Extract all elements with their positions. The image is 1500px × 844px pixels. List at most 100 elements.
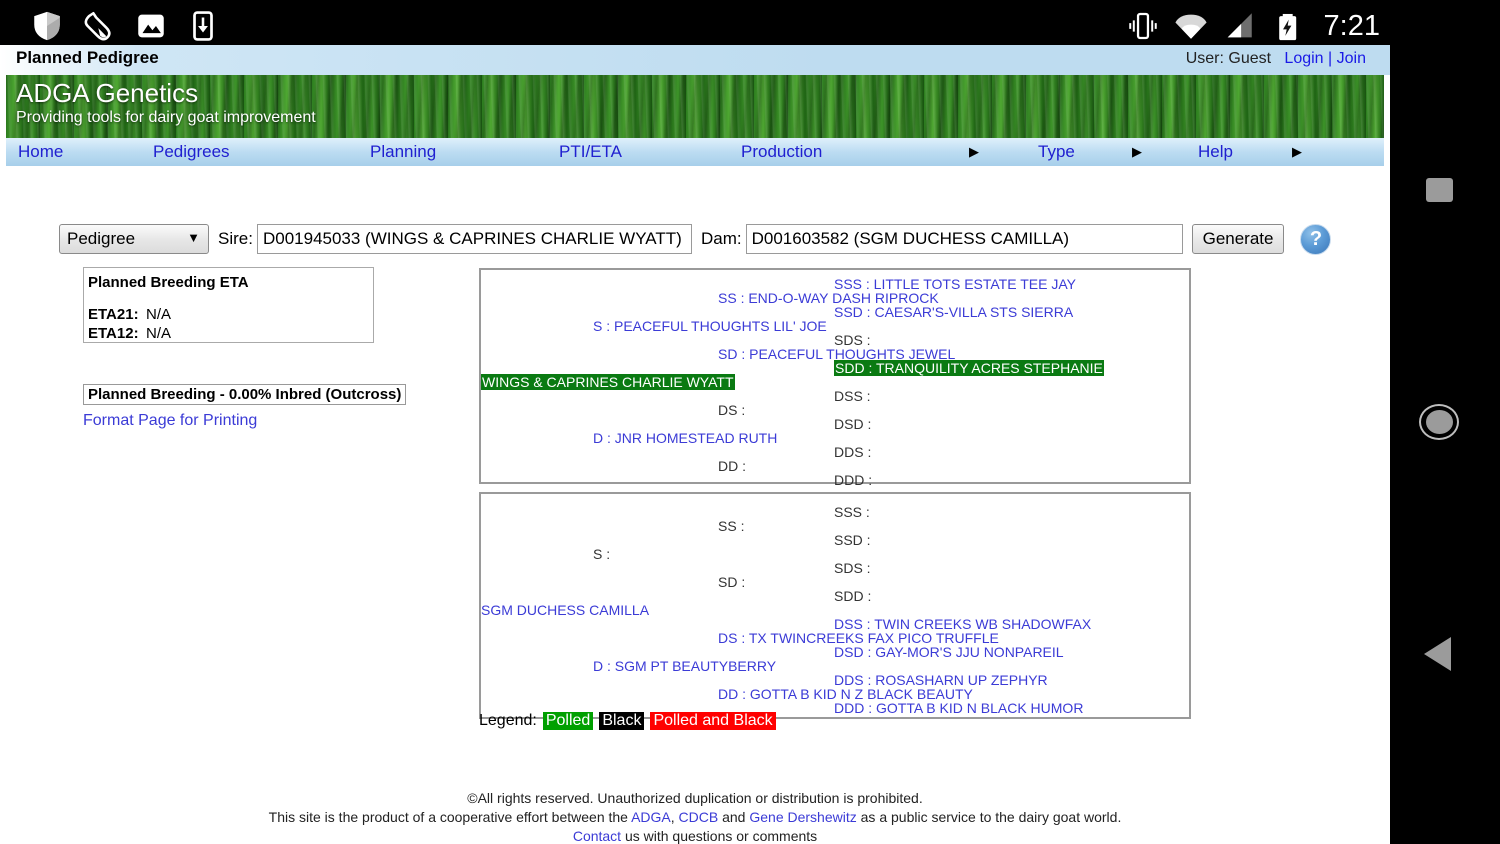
report-type-select[interactable]: Pedigree ▼: [59, 224, 209, 254]
footer-divider: [0, 782, 1390, 783]
nav-item-pti-eta[interactable]: PTI/ETA: [547, 138, 634, 166]
footer-text-c: and: [718, 809, 750, 825]
footer-contact-rest: us with questions or comments: [621, 828, 818, 844]
main-navigation-bar: Home Pedigrees Planning PTI/ETA Production ▶ T…: [6, 138, 1384, 166]
nav-item-label: Type: [1038, 142, 1075, 161]
chevron-down-icon: ▼: [187, 230, 200, 245]
status-bar-left-icons: [30, 9, 220, 43]
nav-item-pedigrees[interactable]: Pedigrees: [141, 138, 242, 166]
nav-item-help[interactable]: Help ▶: [1186, 138, 1302, 166]
help-question-icon[interactable]: ?: [1300, 223, 1332, 255]
legend-polled-swatch: Polled: [542, 712, 594, 730]
footer-text-a: This site is the product of a cooperativ…: [268, 809, 632, 825]
pedigree-entry: SS :: [718, 518, 745, 534]
legend-polled-and-black-swatch: Polled and Black: [650, 712, 776, 730]
generate-button[interactable]: Generate: [1191, 224, 1285, 254]
page-title-strip: Planned Pedigree User: Guest Login | Joi…: [0, 45, 1390, 75]
dam-pedigree-chart: SGM DUCHESS CAMILLA SSS : SS : SSD : S : SDS …: [479, 492, 1191, 719]
pedigree-entry: SDS :: [834, 560, 871, 576]
footer-credits-line: This site is the product of a cooperativ…: [0, 808, 1390, 827]
inbreeding-summary-box: Planned Breeding - 0.00% Inbred (Outcros…: [83, 384, 407, 405]
nav-item-label: Help: [1198, 142, 1233, 161]
eta-row: ETA12: N/A: [88, 325, 373, 342]
eta-row: ETA21: N/A: [88, 306, 373, 323]
wifi-icon: [1174, 14, 1207, 39]
sire-input[interactable]: D001945033 (WINGS & CAPRINES CHARLIE WYA…: [256, 224, 692, 254]
pedigree-entry: SSD :: [834, 532, 871, 548]
login-link[interactable]: Login: [1284, 50, 1323, 67]
eta21-value: N/A: [146, 306, 172, 323]
adga-link[interactable]: ADGA: [631, 809, 671, 825]
page-title: Planned Pedigree: [16, 48, 159, 67]
site-banner: ADGA Genetics Providing tools for dairy …: [6, 75, 1384, 138]
eta-panel-heading: Planned Breeding ETA: [88, 274, 249, 291]
pedigree-entry: DDS :: [834, 444, 872, 460]
nav-item-home[interactable]: Home: [6, 138, 75, 166]
footer-text-d: as a public service to the dairy goat wo…: [856, 809, 1122, 825]
gallery-icon: [138, 14, 164, 38]
report-type-value: Pedigree: [67, 229, 136, 248]
pedigree-entry[interactable]: DSD : GAY-MOR'S JJU NONPAREIL: [834, 644, 1064, 660]
nav-item-label: Home: [18, 142, 64, 161]
join-link[interactable]: Join: [1337, 50, 1366, 67]
nav-item-type[interactable]: Type ▶: [1026, 138, 1142, 166]
footer-contact-line: Contact us with questions or comments: [0, 827, 1390, 844]
pedigree-entry[interactable]: DDD : GOTTA B KID N BLACK HUMOR: [834, 700, 1083, 716]
pedigree-entry: SD :: [718, 574, 746, 590]
grass-background-image: [6, 75, 1384, 138]
site-name: ADGA Genetics: [16, 78, 199, 108]
nav-item-label: Planning: [370, 142, 437, 161]
nav-item-production[interactable]: Production ▶: [729, 138, 979, 166]
battery-charging-icon: [1278, 13, 1296, 41]
nav-item-label: Production: [741, 142, 823, 161]
sire-label: Sire:: [218, 229, 253, 248]
pedigree-entry[interactable]: D : JNR HOMESTEAD RUTH: [593, 430, 777, 446]
pedigree-entry: DS :: [718, 402, 746, 418]
site-tagline: Providing tools for dairy goat improveme…: [16, 109, 316, 126]
eta21-label: ETA21:: [88, 306, 139, 323]
planned-breeding-eta-panel: Planned Breeding ETA ETA21: N/A ETA12: N/A: [83, 267, 374, 343]
pedigree-toolbar: Pedigree ▼ Sire: D001945033 (WINGS & CAP…: [0, 217, 1390, 261]
user-label: User: Guest: [1185, 50, 1272, 67]
dam-label: Dam:: [700, 229, 742, 248]
legend-black-swatch: Black: [599, 712, 645, 730]
nav-item-label: Pedigrees: [153, 142, 230, 161]
pedigree-entry[interactable]: D : SGM PT BEAUTYBERRY: [593, 658, 776, 674]
eta12-label: ETA12:: [88, 325, 139, 342]
eta12-value: N/A: [146, 325, 172, 342]
cell-signal-icon: [1227, 13, 1252, 38]
pedigree-entry[interactable]: SDD : TRANQUILITY ACRES STEPHANIE: [834, 360, 1104, 376]
home-circle-icon[interactable]: [1419, 404, 1459, 440]
pedigree-entry[interactable]: SSD : CAESAR'S-VILLA STS SIERRA: [834, 304, 1073, 320]
pedigree-entry: SDD :: [834, 588, 872, 604]
format-page-for-printing-link[interactable]: Format Page for Printing: [83, 412, 257, 430]
pedigree-root-name[interactable]: SGM DUCHESS CAMILLA: [481, 602, 649, 618]
login-join-separator: |: [1328, 50, 1333, 67]
chevron-right-icon: ▶: [969, 144, 979, 159]
legend: Legend: Polled Black Polled and Black: [479, 712, 776, 730]
footer-copyright-line: ©All rights reserved. Unauthorized dupli…: [467, 790, 923, 806]
chevron-right-icon: ▶: [1132, 144, 1142, 159]
status-bar-clock: 7:21: [1323, 9, 1380, 42]
nav-item-planning[interactable]: Planning: [358, 138, 448, 166]
pedigree-entry: DSS :: [834, 388, 871, 404]
recents-square-icon[interactable]: [1426, 178, 1453, 202]
download-to-device-icon: [193, 11, 213, 41]
android-navigation-strip: [1390, 0, 1500, 844]
user-session-block: User: Guest Login | Join: [1186, 48, 1366, 70]
pedigree-entry: DSD :: [834, 416, 872, 432]
contact-link[interactable]: Contact: [573, 828, 621, 844]
vibrate-icon: [1128, 12, 1157, 40]
pedigree-entry: DDD :: [834, 472, 873, 488]
chevron-right-icon: ▶: [1292, 144, 1302, 159]
pedigree-root-name[interactable]: WINGS & CAPRINES CHARLIE WYATT: [481, 374, 735, 390]
pedigree-entry: DD :: [718, 458, 746, 474]
gene-dershewitz-link[interactable]: Gene Dershewitz: [749, 809, 856, 825]
back-triangle-icon[interactable]: [1424, 637, 1451, 671]
sire-pedigree-chart: WINGS & CAPRINES CHARLIE WYATT SSS : LITT…: [479, 268, 1191, 488]
shield-icon: [34, 11, 60, 41]
pedigree-entry[interactable]: S : PEACEFUL THOUGHTS LIL' JOE: [593, 318, 827, 334]
pedigree-entry: SSS :: [834, 504, 870, 520]
cdcb-link[interactable]: CDCB: [679, 809, 719, 825]
dam-input[interactable]: D001603582 (SGM DUCHESS CAMILLA): [745, 224, 1183, 254]
